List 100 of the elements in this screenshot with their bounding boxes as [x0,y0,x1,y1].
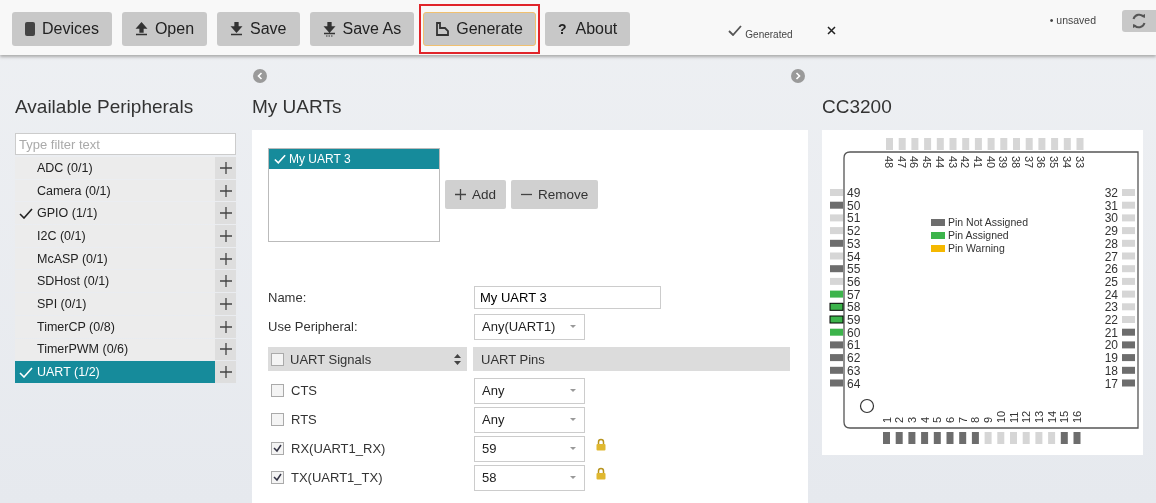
pin-label: 25 [1104,274,1118,289]
toolbar-button[interactable]: ? About [544,12,631,46]
lock-icon[interactable] [596,438,606,451]
lock-icon[interactable] [596,467,606,480]
pin-label: 59 [847,313,861,327]
plus-icon [455,189,466,200]
pin-label: 49 [847,186,861,200]
remove-button[interactable]: Remove [511,180,599,209]
checkbox[interactable] [271,442,284,455]
pin-pad[interactable] [1122,354,1135,362]
pin-label: 37 [1022,156,1035,169]
pin-dropdown[interactable]: 58 [474,464,585,491]
pin-label: 48 [883,156,895,169]
pin-pad[interactable] [830,354,843,362]
pin-dropdown[interactable]: Any [474,406,585,433]
pin-label: 28 [1104,236,1118,251]
pin-label: 27 [1104,249,1118,264]
check-icon [728,24,743,36]
download-icon [322,21,336,37]
pin-label: 26 [1104,262,1118,277]
peripheral-item[interactable]: Camera (0/1) [15,179,215,202]
plus-icon [219,275,232,288]
plus-icon [219,297,232,310]
add-button[interactable] [215,202,236,225]
toolbar-button[interactable]: Devices [12,12,112,46]
name-field[interactable]: My UART 3 [474,286,661,309]
filter-field[interactable]: Type filter text [15,133,236,155]
pin-label: 31 [1104,198,1118,213]
checkbox[interactable] [271,384,284,397]
pin-label: 15 [1058,410,1071,423]
add-button[interactable] [215,315,236,338]
pin-label: 18 [1104,363,1118,378]
collapse-icon[interactable] [253,69,267,83]
checkbox[interactable] [271,352,284,366]
pin-label: 30 [1104,211,1118,226]
refresh-button[interactable] [1122,10,1156,32]
toolbar-button[interactable]: Save [217,12,300,46]
add-button[interactable] [215,157,236,179]
close-icon[interactable] [826,25,836,35]
legend-label: Pin Assigned [948,229,1009,241]
field-label: Use Peripheral: [268,319,359,334]
peripheral-item[interactable]: TimerPWM (0/6) [15,338,215,361]
add-button[interactable] [215,338,236,361]
pin-label: 35 [1048,156,1061,169]
peripheral-dropdown[interactable]: Any(UART1) [474,313,585,340]
peripheral-item[interactable]: SDHost (0/1) [15,270,215,293]
pin-label: 8 [969,416,982,423]
field-label: Name: [268,290,308,305]
pin-label: 3 [905,416,918,423]
pin-label: 46 [908,156,921,169]
pin-label: 36 [1035,156,1048,169]
pin-label: 33 [1073,156,1086,169]
toolbar-button[interactable]: Generate [423,12,536,46]
add-button[interactable] [215,225,236,247]
peripheral-item[interactable]: I2C (0/1) [15,225,215,247]
plus-icon [219,252,232,265]
pin-dropdown[interactable]: Any [474,377,585,404]
peripheral-item[interactable]: McASP (0/1) [15,247,215,270]
column-header[interactable]: UART Signals [268,347,467,371]
pin-label: 6 [944,416,956,423]
checkbox[interactable] [271,413,284,426]
pin-pad[interactable] [921,432,929,444]
pin-label: 63 [847,363,861,378]
pin-label: 5 [931,416,944,423]
plus-icon [219,207,232,220]
toolbar-button[interactable]: Open [121,12,208,46]
plus-icon [219,343,232,356]
peripheral-item[interactable]: SPI (0/1) [15,293,215,315]
add-button[interactable] [215,179,236,202]
download-icon [230,22,244,36]
add-button[interactable]: Add [445,180,507,209]
peripheral-item[interactable]: UART (1/2) [15,361,215,383]
checkbox[interactable] [271,471,284,484]
pin-label: 54 [847,249,861,264]
add-button[interactable] [215,247,236,270]
peripheral-item[interactable]: TimerCP (0/8) [15,315,215,338]
pin-label: 41 [971,156,984,169]
pin-label: 50 [847,198,861,213]
add-button[interactable] [215,361,236,383]
pin-pad[interactable] [971,432,979,444]
expand-icon[interactable] [791,69,805,83]
pin-label: 29 [1104,224,1118,239]
pin-pad[interactable] [829,302,844,311]
pin-dropdown[interactable]: 59 [474,435,585,462]
peripheral-item[interactable]: ADC (0/1) [15,157,215,179]
pin-label: 16 [1071,410,1083,423]
instance-item[interactable]: My UART 3 [269,149,439,169]
toolbar-button[interactable]: Save As [309,12,415,46]
plus-icon [219,161,232,174]
plus-icon [219,184,232,197]
panel-title: Available Peripherals [15,95,195,119]
pin-pad[interactable] [829,315,844,324]
peripheral-item[interactable]: GPIO (1/1) [15,202,215,225]
help-icon: ? [557,21,567,37]
add-button[interactable] [215,293,236,315]
add-button[interactable] [215,270,236,293]
pin-label: 32 [1104,186,1118,200]
plus-icon [219,229,232,242]
pin-label: 42 [959,156,972,169]
pin-label: 38 [1010,156,1022,169]
